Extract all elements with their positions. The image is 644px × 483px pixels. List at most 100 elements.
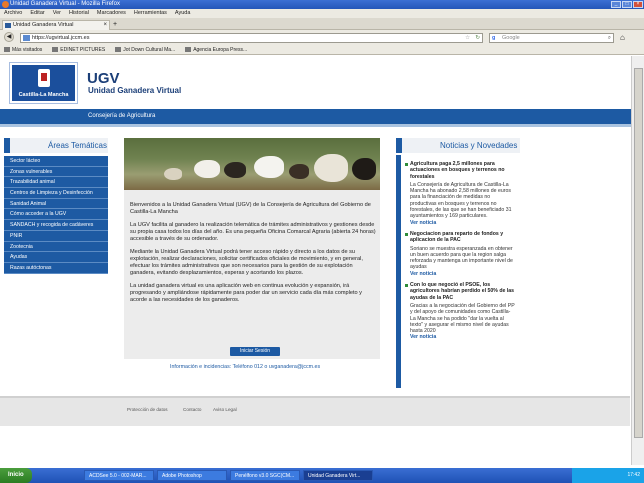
- start-button[interactable]: Inicio: [0, 468, 32, 483]
- scrollbar-thumb[interactable]: [634, 68, 643, 438]
- lock-icon: [23, 35, 30, 41]
- bookmark-item[interactable]: Agencia Europa Press...: [185, 45, 247, 54]
- bookmark-item[interactable]: Jot Down Cultural Ma...: [115, 45, 175, 54]
- news-summary: La Consejería de Agricultura de Castilla…: [410, 181, 512, 220]
- menu-bar: Archivo Editar Ver Historial Marcadores …: [0, 9, 644, 18]
- menu-herramientas[interactable]: Herramientas: [134, 9, 167, 18]
- google-icon: g: [492, 35, 496, 41]
- news-more-link[interactable]: Ver noticia: [405, 220, 516, 226]
- site-subtitle: Unidad Ganadera Virtual: [88, 86, 182, 95]
- intro-paragraph: La unidad ganadera virtual es una aplica…: [130, 283, 362, 303]
- castilla-la-mancha-logo[interactable]: Castilla-La Mancha: [9, 62, 78, 104]
- close-tab-icon[interactable]: ×: [103, 21, 107, 30]
- menu-archivo[interactable]: Archivo: [4, 9, 22, 18]
- nav-item-ayudas[interactable]: Ayudas: [4, 252, 108, 263]
- news-section-title: Noticias y Novedades: [396, 138, 520, 153]
- menu-historial[interactable]: Historial: [69, 9, 89, 18]
- url-bar[interactable]: https://ugvirtual.jccm.es ☆ ↻: [20, 33, 483, 43]
- news-headline[interactable]: Agricultura paga 2,5 millones para actua…: [405, 161, 516, 180]
- favicon-icon: [5, 23, 11, 28]
- intro-paragraph: Mediante la Unidad Ganadera Virtual podr…: [130, 249, 363, 276]
- bookmark-label: Agencia Europa Press...: [193, 47, 248, 53]
- nav-item-razas-autoctonas[interactable]: Razas autóctonas: [4, 262, 108, 274]
- department-bar: Consejería de Agricultura: [0, 109, 644, 124]
- nav-item-zonas-vulnerables[interactable]: Zonas vulnerables: [4, 166, 108, 178]
- site-footer: Protección de datos Contacto Aviso Legal: [0, 396, 630, 426]
- nav-item-sanidad-animal[interactable]: Sanidad Animal: [4, 198, 108, 210]
- news-summary: Soriano se muestra esperanzada en obtene…: [410, 245, 513, 271]
- bookmark-label: Más visitados: [12, 47, 43, 53]
- site-header: Castilla-La Mancha UGV Unidad Ganadera V…: [0, 56, 644, 106]
- bookmark-label: Jot Down Cultural Ma...: [123, 47, 176, 53]
- new-tab-button[interactable]: +: [113, 20, 117, 29]
- welcome-panel: Bienvenidos a la Unidad Ganadera Virtual…: [124, 138, 380, 359]
- search-input[interactable]: g Google ⌕: [489, 33, 614, 43]
- divider: [0, 124, 644, 127]
- department-label: Consejería de Agricultura: [88, 113, 156, 119]
- contact-info[interactable]: Información e incidencias: Teléfono 012 …: [170, 364, 320, 370]
- navigation-bar: ◀ https://ugvirtual.jccm.es ☆ ↻ g Google…: [0, 30, 644, 45]
- footer-link-aviso-legal[interactable]: Aviso Legal: [213, 407, 237, 412]
- taskbar: Inicio ACDSee 5.0 - 002-MAR... Adobe Pho…: [0, 468, 644, 483]
- livestock-photo: [124, 138, 380, 190]
- bookmark-item[interactable]: Más visitados: [4, 45, 42, 54]
- reload-icon[interactable]: ↻: [475, 34, 480, 42]
- url-text: https://ugvirtual.jccm.es: [32, 35, 90, 41]
- nav-item-sandach[interactable]: SANDACH y recogida de cadáveres: [4, 220, 108, 231]
- maximize-button[interactable]: □: [622, 1, 632, 8]
- menu-editar[interactable]: Editar: [30, 9, 44, 18]
- task-penelfono[interactable]: Penélfono v3.0 SGC(CM...: [230, 470, 300, 481]
- vertical-scrollbar[interactable]: [631, 56, 644, 465]
- footer-link-contacto[interactable]: Contacto: [183, 407, 201, 412]
- thematic-nav: Sector lácteo Zonas vulnerables Trazabil…: [4, 156, 108, 274]
- minimize-button[interactable]: _: [611, 1, 621, 8]
- news-more-link[interactable]: Ver noticia: [405, 334, 516, 340]
- bookmarks-toolbar: Más visitados EDINET PICTURES Jot Down C…: [0, 45, 644, 55]
- nav-item-zootecnia[interactable]: Zootecnia: [4, 241, 108, 253]
- clock[interactable]: 17:42: [627, 472, 640, 478]
- nav-item-trazabilidad[interactable]: Trazabilidad animal: [4, 177, 108, 189]
- bookmark-icon: [4, 47, 10, 53]
- intro-paragraph: La UGV facilita al ganadero la realizaci…: [130, 222, 376, 242]
- bookmark-icon: [52, 47, 59, 53]
- window-title: Unidad Ganadera Virtual - Mozilla Firefo…: [10, 1, 120, 7]
- news-headline[interactable]: Negociacion para reparto de fondos y apl…: [405, 231, 516, 244]
- bookmark-star-icon[interactable]: ☆: [465, 34, 470, 42]
- login-button[interactable]: Iniciar Sesión: [230, 347, 280, 356]
- news-headline[interactable]: Con lo que negoció el PSOE, los agricult…: [405, 282, 516, 301]
- task-firefox[interactable]: Unidad Ganadera Virt...: [303, 470, 373, 481]
- nav-item-pnir[interactable]: PNIR: [4, 230, 108, 242]
- site-title: UGV: [87, 70, 120, 87]
- news-summary: Gracias a la negociación del Gobierno de…: [410, 302, 515, 335]
- intro-text: Bienvenidos a la Unidad Ganadera Virtual…: [130, 202, 376, 310]
- page-viewport: Castilla-La Mancha UGV Unidad Ganadera V…: [0, 56, 644, 465]
- news-item: Agricultura paga 2,5 millones para actua…: [405, 161, 516, 226]
- close-button[interactable]: ×: [633, 1, 643, 8]
- bookmark-item[interactable]: EDINET PICTURES: [52, 45, 105, 54]
- back-button[interactable]: ◀: [4, 32, 14, 42]
- tab-bar: Unidad Ganadera Virtual × +: [0, 18, 644, 30]
- intro-paragraph: Bienvenidos a la Unidad Ganadera Virtual…: [130, 202, 371, 215]
- task-acdsee[interactable]: ACDSee 5.0 - 002-MAR...: [84, 470, 154, 481]
- menu-ver[interactable]: Ver: [53, 9, 61, 18]
- bookmark-icon: [185, 47, 192, 53]
- firefox-icon: [2, 1, 9, 8]
- tab-ugv[interactable]: Unidad Ganadera Virtual ×: [2, 20, 110, 30]
- search-icon[interactable]: ⌕: [608, 34, 611, 42]
- news-item: Negociacion para reparto de fondos y apl…: [405, 231, 516, 277]
- window-titlebar: Unidad Ganadera Virtual - Mozilla Firefo…: [0, 0, 644, 9]
- nav-item-sector-lacteo[interactable]: Sector lácteo: [4, 156, 108, 167]
- menu-marcadores[interactable]: Marcadores: [97, 9, 126, 18]
- home-icon[interactable]: ⌂: [620, 33, 625, 42]
- news-item: Con lo que negoció el PSOE, los agricult…: [405, 282, 516, 341]
- crest-icon: [38, 69, 50, 87]
- system-tray: 17:42: [572, 468, 644, 483]
- search-placeholder: Google: [502, 35, 520, 41]
- nav-item-como-acceder[interactable]: Cómo acceder a la UGV: [4, 209, 108, 221]
- bookmark-icon: [115, 47, 122, 53]
- news-more-link[interactable]: Ver noticia: [405, 271, 516, 277]
- menu-ayuda[interactable]: Ayuda: [175, 9, 191, 18]
- nav-item-centros-limpieza[interactable]: Centros de Limpieza y Desinfección: [4, 188, 108, 199]
- task-photoshop[interactable]: Adobe Photoshop: [157, 470, 227, 481]
- footer-link-proteccion[interactable]: Protección de datos: [127, 407, 168, 412]
